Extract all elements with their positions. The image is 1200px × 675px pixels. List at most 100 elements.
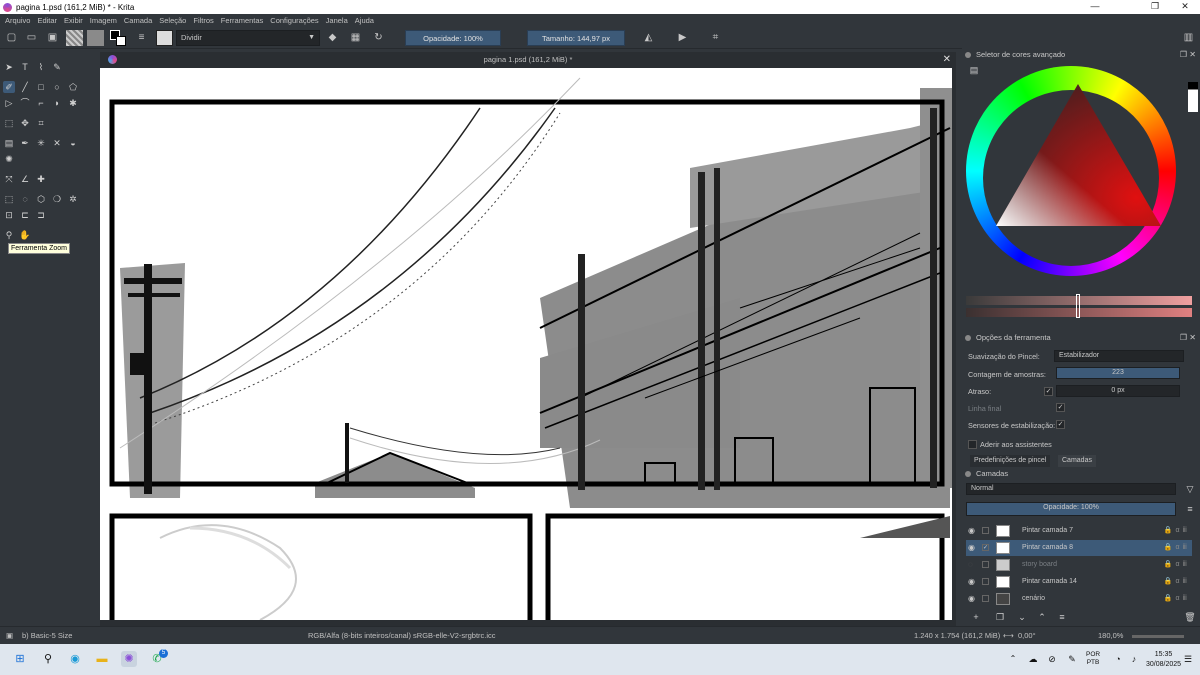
wrap-around-icon[interactable]: ▶ [676,31,689,44]
text-tool-icon[interactable]: T [19,61,31,73]
layer-select-checkbox[interactable] [982,595,989,602]
menu-camada[interactable]: Camada [124,16,152,25]
enclose-fill-tool-icon[interactable]: ✺ [3,153,15,165]
maximize-button[interactable]: ❐ [1140,0,1170,14]
color-wheel[interactable] [966,66,1176,276]
line-tool-icon[interactable]: ╱ [19,81,31,93]
file-explorer-icon[interactable]: ▬ [94,651,110,667]
fill-tool-icon[interactable]: ◒ [67,137,79,149]
rotation-value[interactable]: 0,00° [1018,627,1036,645]
menu-janela[interactable]: Janela [326,16,348,25]
menu-configuracoes[interactable]: Configurações [270,16,318,25]
color-slider-handle[interactable] [1076,294,1080,318]
layer-select-checkbox[interactable] [982,561,989,568]
finish-line-checkbox[interactable]: ✓ [1056,403,1065,412]
size-slider[interactable]: Tamanho: 144,97 px [527,30,625,46]
docker-pin-icon[interactable] [965,52,971,58]
rect-select-tool-icon[interactable]: ⬚ [3,193,15,205]
visibility-eye-icon[interactable]: ◌ [968,557,978,573]
snap-assistants-checkbox[interactable] [968,440,977,449]
keyboard-layout[interactable]: POR PTB [1086,651,1100,667]
save-icon[interactable]: ▣ [46,31,59,44]
wifi-icon[interactable]: ◔ [1110,651,1126,667]
reference-images-tool-icon[interactable]: ✚ [35,173,47,185]
smoothing-select[interactable]: Estabilizador [1054,350,1184,362]
workspace-icon[interactable]: ▥ [1182,31,1195,44]
fg-bg-color-icon[interactable] [110,30,127,46]
freehand-brush-tool-icon[interactable]: ✐ [3,81,15,93]
new-document-icon[interactable]: ▢ [5,31,18,44]
brush-preset-icon[interactable]: ▣ [6,627,13,645]
measure-tool-icon[interactable]: ∠ [19,173,31,185]
eraser-icon[interactable]: ◆ [326,31,339,44]
visibility-eye-icon[interactable]: ◉ [968,540,978,556]
transform-tool-icon[interactable]: ⬚ [3,117,15,129]
bezier-select-tool-icon[interactable]: ⊏ [19,209,31,221]
crop-icon[interactable]: ⌗ [709,31,722,44]
tab-layers[interactable]: Camadas [1058,455,1096,467]
delay-checkbox[interactable]: ✓ [1044,387,1053,396]
search-icon[interactable]: ⚲ [40,651,56,667]
duplicate-layer-icon[interactable]: ❐ [994,611,1006,623]
opacity-slider[interactable]: Opacidade: 100% [405,30,501,46]
stabilization-sensors-checkbox[interactable]: ✓ [1056,420,1065,429]
move-tool-icon[interactable]: ✥ [19,117,31,129]
layer-lock-alpha-icons[interactable]: 🔒αⅲ [1164,523,1190,539]
close-document-icon[interactable]: ✕ [943,52,951,68]
layer-row[interactable]: ◉ ✓ Pintar camada 8 🔒αⅲ [966,540,1192,556]
alpha-lock-icon[interactable]: ▦ [349,31,362,44]
menu-ferramentas[interactable]: Ferramentas [221,16,264,25]
zoom-level[interactable]: 180,0% [1098,627,1123,645]
layer-select-checkbox[interactable]: ✓ [982,544,989,551]
menu-selecao[interactable]: Seleção [159,16,186,25]
document-tab[interactable]: pagina 1.psd (161,2 MiB) * ✕ [100,52,956,68]
layer-lock-alpha-icons[interactable]: 🔒αⅲ [1164,557,1190,573]
move-layer-down-icon[interactable]: ⌄ [1016,611,1028,623]
menu-exibir[interactable]: Exibir [64,16,83,25]
bezier-tool-icon[interactable]: ⌒ [19,97,31,109]
gradient-tool-icon[interactable]: ▤ [3,137,15,149]
close-window-button[interactable]: ✕ [1170,0,1200,14]
delay-field[interactable]: 0 px [1056,385,1180,397]
layer-row[interactable]: ◌ story board 🔒αⅲ [966,557,1192,573]
polygon-tool-icon[interactable]: ⬠ [67,81,79,93]
docker-pin-icon[interactable] [965,335,971,341]
open-folder-icon[interactable]: ▭ [25,31,38,44]
pen-icon[interactable]: ✎ [1064,651,1080,667]
minimize-button[interactable]: — [1080,0,1110,14]
mirror-horizontal-icon[interactable]: ◭ [642,31,655,44]
notifications-icon[interactable]: ☰ [1180,651,1196,667]
color-picker-tool-icon[interactable]: ✒ [19,137,31,149]
multibrush-tool-icon[interactable]: ✱ [67,97,79,109]
color-history-strip[interactable] [1188,62,1198,112]
layer-row[interactable]: ◉ Pintar camada 14 🔒αⅲ [966,574,1192,590]
assistant-tool-icon[interactable]: ✕ [51,137,63,149]
move-layer-up-icon[interactable]: ⌃ [1036,611,1048,623]
blend-mode-select[interactable]: Dividir ▼ [176,30,320,46]
docker-controls-icon[interactable]: ❐ ✕ [1180,48,1196,62]
ellipse-tool-icon[interactable]: ○ [51,81,63,93]
docker-controls-icon[interactable]: ❐ ✕ [1180,331,1196,345]
dynamic-brush-tool-icon[interactable]: ◗ [51,97,63,109]
similar-select-tool-icon[interactable]: ⊡ [3,209,15,221]
brush-settings-icon[interactable]: ≡ [135,31,148,44]
smart-patch-tool-icon[interactable]: ✳ [35,137,47,149]
layer-properties-icon[interactable]: ≡ [1056,611,1068,623]
docker-pin-icon[interactable] [965,471,971,477]
rectangle-tool-icon[interactable]: □ [35,81,47,93]
onedrive-icon[interactable]: ☁ [1025,651,1041,667]
layer-lock-alpha-icons[interactable]: 🔒αⅲ [1164,574,1190,590]
assistant-guides-tool-icon[interactable]: ⤧ [3,173,15,185]
edit-shapes-tool-icon[interactable]: ⌇ [35,61,47,73]
show-hidden-icons[interactable]: ⌃ [1005,651,1021,667]
layer-blend-select[interactable]: Normal [966,483,1176,495]
brush-preset-icon[interactable] [156,30,173,46]
freehand-path-tool-icon[interactable]: ⌐ [35,97,47,109]
pan-tool-icon[interactable]: ✋ [19,229,31,241]
reload-preset-icon[interactable]: ↻ [372,31,385,44]
windows-start-icon[interactable]: ⊞ [12,651,28,667]
menu-imagem[interactable]: Imagem [90,16,117,25]
pattern-swatch[interactable] [87,30,104,46]
zoom-tool-icon[interactable]: ⚲ [3,229,15,241]
sample-count-field[interactable]: 223 [1056,367,1180,379]
